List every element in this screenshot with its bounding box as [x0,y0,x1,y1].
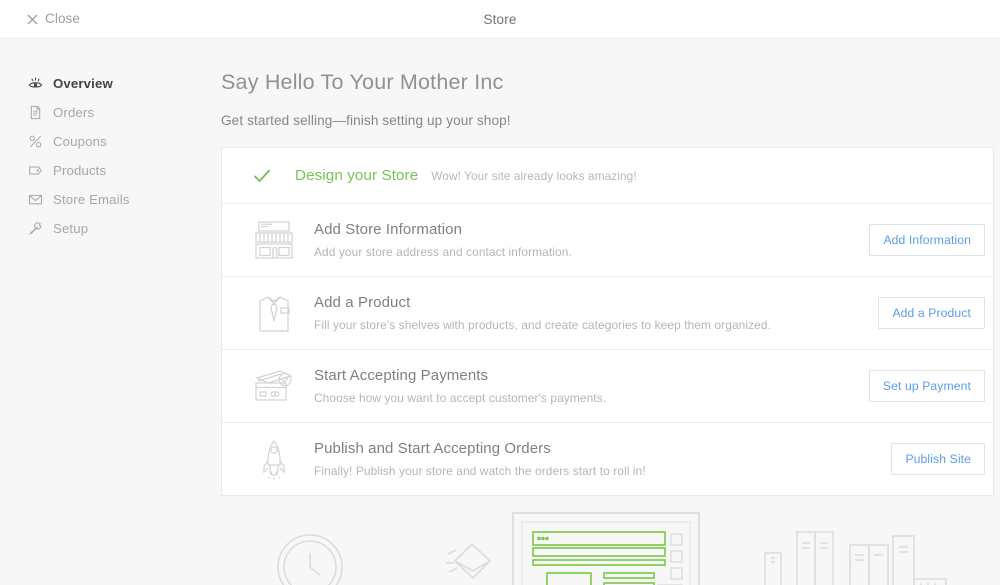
eye-icon [28,76,43,91]
monitor-website-icon [512,512,700,585]
sidebar-item-overview[interactable]: Overview [0,69,200,98]
task-description: Add your store address and contact infor… [314,245,572,259]
task-description: Choose how you want to accept customer's… [314,391,607,405]
storefront-icon [248,214,300,266]
sidebar-item-orders[interactable]: Orders [0,98,200,127]
sidebar-item-label: Overview [53,75,113,91]
document-icon [28,105,43,120]
checklist-row-store-information: Add Store Information Add your store add… [222,203,993,276]
checklist-row-publish: Publish and Start Accepting Orders Final… [222,422,993,495]
window-title: Store [483,12,517,27]
task-text: Add Store Information Add your store add… [309,221,869,259]
main-content: Say Hello To Your Mother Inc Get started… [200,39,1000,585]
sidebar-item-store-emails[interactable]: Store Emails [0,185,200,214]
task-title: Add Store Information [314,221,463,238]
sidebar-item-label: Store Emails [53,191,130,207]
sidebar-item-setup[interactable]: Setup [0,214,200,243]
sidebar-item-label: Products [53,162,107,178]
green-checkmark-icon [252,166,272,186]
sidebar-item-products[interactable]: Products [0,156,200,185]
buildings-icon [764,531,947,585]
setup-payment-button[interactable]: Set up Payment [868,370,985,402]
page-title: Say Hello To Your Mother Inc [221,70,504,94]
task-title: Start Accepting Payments [314,367,489,384]
paper-plane-icon [446,542,492,580]
task-text: Add a Product Fill your store's shelves … [309,294,878,332]
rocket-icon [248,433,300,485]
completed-task-note: Wow! Your site already looks amazing! [431,168,637,183]
task-text: Publish and Start Accepting Orders Final… [309,440,891,478]
task-description: Fill your store's shelves with products,… [314,318,771,332]
tag-icon [28,163,43,178]
sidebar: Overview Orders Coupons Products Store E… [0,39,200,585]
envelope-icon [28,192,43,207]
publish-site-button[interactable]: Publish Site [891,443,985,475]
bottom-illustration [200,501,1000,585]
percent-icon [28,134,43,149]
clock-icon [277,534,343,585]
top-bar: Close Store [0,0,1000,39]
sidebar-item-coupons[interactable]: Coupons [0,127,200,156]
credit-cards-icon [248,360,300,412]
add-product-button[interactable]: Add a Product [878,297,985,329]
checklist-row-completed: Design your Store Wow! Your site already… [222,148,993,203]
add-information-button[interactable]: Add Information [869,224,985,256]
sidebar-item-label: Setup [53,220,89,236]
wrench-icon [28,221,43,236]
sidebar-item-label: Coupons [53,133,107,149]
page-subtitle: Get started selling—finish setting up yo… [221,113,511,128]
setup-checklist-card: Design your Store Wow! Your site already… [221,147,994,496]
shirt-tie-icon [248,287,300,339]
sidebar-item-label: Orders [53,104,95,120]
task-text: Start Accepting Payments Choose how you … [309,367,869,405]
task-title: Publish and Start Accepting Orders [314,440,551,457]
completed-task-title: Design your Store [295,167,419,184]
task-description: Finally! Publish your store and watch th… [314,464,646,478]
checklist-row-payments: Start Accepting Payments Choose how you … [222,349,993,422]
checklist-row-add-product: Add a Product Fill your store's shelves … [222,276,993,349]
task-title: Add a Product [314,294,411,311]
